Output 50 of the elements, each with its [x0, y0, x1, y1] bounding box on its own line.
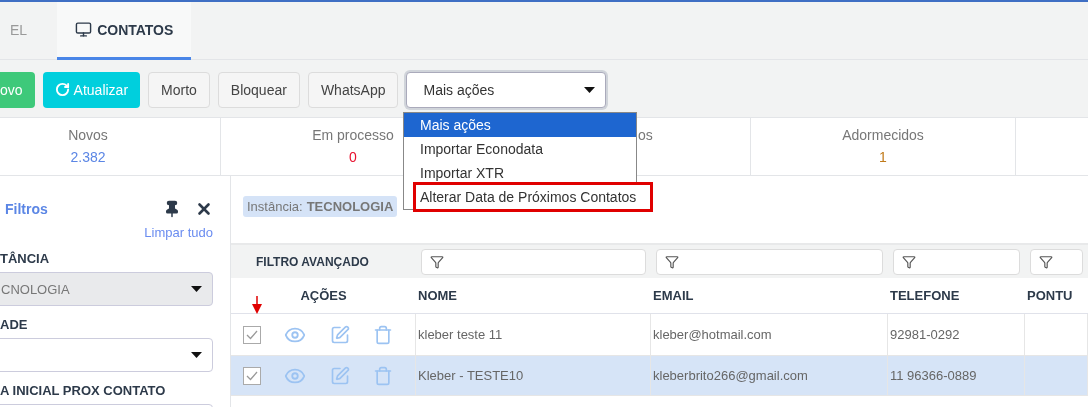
field-label: TÂNCIA — [0, 251, 51, 266]
close-icon[interactable] — [195, 200, 213, 218]
pin-icon[interactable] — [163, 200, 181, 218]
delete-icon[interactable] — [373, 365, 394, 386]
filter-field[interactable] — [893, 248, 1020, 275]
actions-select[interactable]: Mais ações — [406, 71, 607, 108]
table-cell: kleber teste 11 — [416, 314, 651, 356]
caret-icon — [191, 286, 202, 292]
filter-field[interactable] — [421, 248, 646, 275]
filter-icon — [430, 254, 444, 269]
table-cell — [1025, 356, 1088, 396]
edit-icon[interactable] — [329, 365, 350, 386]
action-button[interactable]: Bloquear — [217, 71, 300, 108]
stat-label: Adormecidos — [842, 127, 924, 143]
field-label: ADE — [0, 317, 29, 332]
caret-icon — [584, 86, 596, 93]
filter-tag: Instância: TECNOLOGIA — [243, 196, 398, 217]
caret-icon — [191, 352, 202, 358]
stat-label: os — [638, 127, 653, 143]
table-cell: 11 96366-0889 — [888, 356, 1025, 396]
table-cell — [1025, 314, 1088, 356]
tab[interactable]: CONTATOS — [57, 2, 192, 60]
stat-value: 1 — [879, 149, 887, 165]
menu-item[interactable]: Mais ações — [404, 113, 636, 137]
advanced-filter-label: FILTRO AVANÇADO — [255, 254, 369, 269]
filter-field[interactable] — [656, 248, 883, 275]
table-cell: Kleber - TESTE10 — [416, 356, 651, 396]
edit-icon[interactable] — [329, 324, 350, 345]
monitor-icon — [75, 21, 93, 38]
filters-title: Filtros — [4, 201, 48, 217]
stat-label: Em processo — [312, 127, 394, 143]
arrow-icon — [252, 296, 262, 314]
filter-icon — [1039, 254, 1053, 269]
stat-value: 0 — [349, 149, 357, 165]
select-field[interactable] — [0, 338, 213, 372]
stat-value: 2.382 — [70, 149, 106, 165]
field-label: A INICIAL PROX CONTATO — [0, 383, 167, 398]
action-button[interactable]: WhatsApp — [307, 71, 399, 108]
filter-field[interactable] — [1030, 248, 1083, 275]
refresh-icon — [54, 82, 70, 97]
stat-label: Novos — [68, 127, 108, 143]
delete-icon[interactable] — [373, 324, 394, 345]
action-button[interactable]: Morto — [148, 71, 210, 108]
table-cell: kleberbrito266@gmail.com — [651, 356, 888, 396]
table-cell: 92981-0292 — [888, 314, 1025, 356]
row-checkbox[interactable] — [242, 325, 261, 344]
table-cell: kleber@hotmail.com — [651, 314, 888, 356]
filter-icon — [665, 254, 679, 269]
filter-icon — [902, 254, 916, 269]
row-checkbox[interactable] — [242, 366, 261, 385]
